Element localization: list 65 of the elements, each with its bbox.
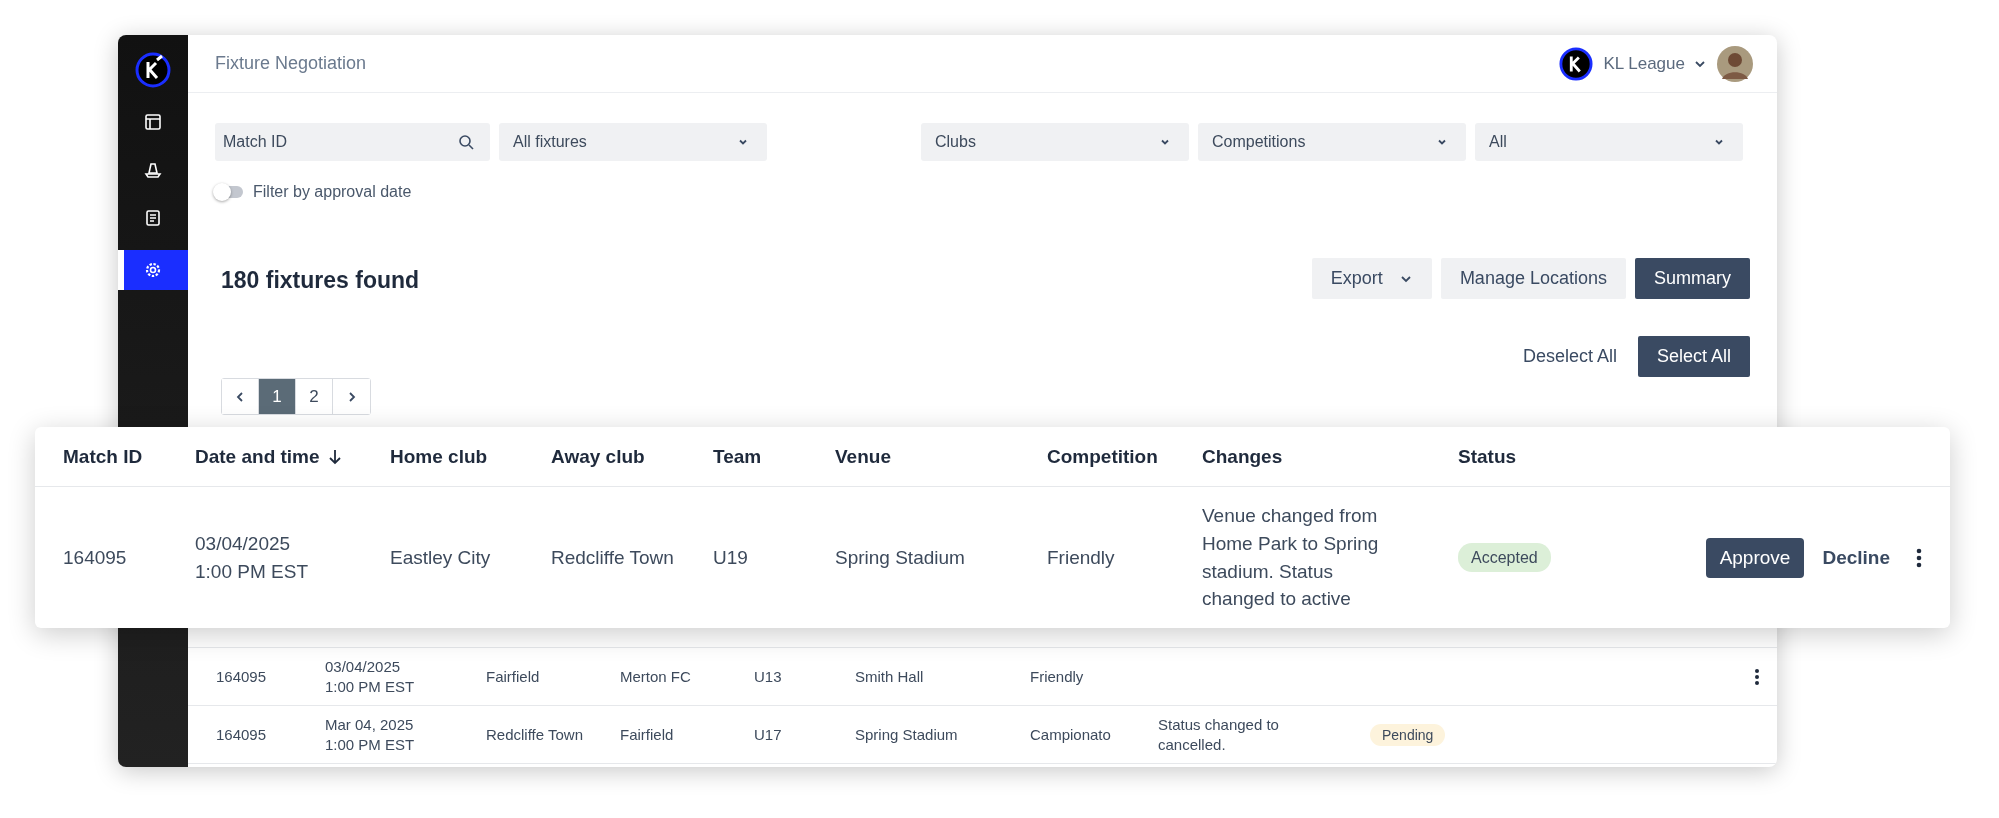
document-icon bbox=[144, 209, 162, 227]
column-header[interactable]: Home club bbox=[390, 445, 551, 468]
organisation-selector[interactable]: KL League bbox=[1603, 53, 1707, 74]
column-header[interactable]: Competition bbox=[1047, 445, 1202, 468]
table-cell-text: U19 bbox=[713, 545, 749, 570]
settings-icon bbox=[144, 261, 162, 279]
results-count: 180 fixtures found bbox=[221, 267, 420, 294]
column-header[interactable]: Date and time bbox=[195, 445, 390, 468]
table-cell-text: Friendly bbox=[1047, 545, 1116, 570]
search-icon bbox=[458, 134, 474, 150]
status-badge: Accepted bbox=[1458, 542, 1551, 573]
table-cell-text: Venue changed from Home Park to Spring stadium. Status changed to active bbox=[1202, 504, 1380, 612]
sidebar-item[interactable] bbox=[118, 250, 188, 290]
table-cell-text: Smith Hall bbox=[855, 668, 925, 685]
table-cell-text: Status changed to cancelled. bbox=[1158, 715, 1280, 754]
table-cell-text: 164095 bbox=[216, 726, 268, 743]
approve-button[interactable]: Approve bbox=[1705, 537, 1805, 578]
more-icon[interactable] bbox=[1754, 667, 1760, 686]
cone-icon bbox=[144, 161, 162, 179]
column-header[interactable]: Team bbox=[713, 445, 835, 468]
export-button[interactable]: Export bbox=[1311, 258, 1432, 299]
filter-dropdown[interactable]: All fixtures bbox=[499, 123, 767, 161]
table-cell-text: Mar 04, 2025 1:00 PM EST bbox=[325, 715, 416, 754]
action-button[interactable]: Manage Locations bbox=[1440, 258, 1626, 299]
table-cell-text: U17 bbox=[754, 726, 783, 743]
toggle-label: Filter by approval date bbox=[253, 183, 412, 201]
page-button[interactable]: 1 bbox=[259, 379, 296, 414]
select-button[interactable]: Select All bbox=[1637, 336, 1750, 377]
action-button[interactable]: Summary bbox=[1635, 258, 1750, 299]
table-cell-text: 03/04/2025 1:00 PM EST bbox=[195, 531, 309, 584]
chevron-right-icon bbox=[346, 390, 357, 403]
column-header[interactable]: Match ID bbox=[63, 445, 195, 468]
deselect-link[interactable]: Deselect All bbox=[1503, 336, 1636, 377]
toggle-switch[interactable] bbox=[215, 186, 243, 198]
table-cell-text: 164095 bbox=[63, 545, 128, 570]
column-header[interactable]: Status bbox=[1458, 445, 1922, 468]
logo-icon bbox=[1559, 46, 1594, 81]
table-cell-text: Friendly bbox=[1030, 668, 1085, 685]
chevron-left-icon bbox=[235, 390, 245, 403]
table-cell-text: Redcliffe Town bbox=[551, 545, 675, 570]
table-cell-text: Fairfield bbox=[486, 668, 541, 685]
column-header[interactable]: Away club bbox=[551, 445, 713, 468]
layout-icon bbox=[144, 113, 162, 131]
table-cell-text: Spring Stadium bbox=[835, 545, 966, 570]
page-title: Fixture Negotiation bbox=[215, 53, 367, 74]
decline-button[interactable]: Decline bbox=[1808, 537, 1904, 578]
table-cell-text: Campionato bbox=[1030, 726, 1112, 743]
avatar-icon[interactable] bbox=[1717, 45, 1753, 82]
search-field[interactable]: Match ID bbox=[215, 123, 490, 161]
logo-icon bbox=[135, 52, 171, 88]
table-cell-text: 164095 bbox=[216, 668, 268, 685]
filter-dropdown[interactable]: All bbox=[1475, 123, 1743, 161]
column-header[interactable]: Venue bbox=[835, 445, 1047, 468]
table-cell-text: U13 bbox=[754, 668, 783, 685]
table-cell-text: Redcliffe Town bbox=[486, 726, 584, 743]
filter-dropdown[interactable]: Competitions bbox=[1198, 123, 1466, 161]
more-icon[interactable] bbox=[1916, 547, 1922, 568]
table-cell-text: 03/04/2025 1:00 PM EST bbox=[325, 657, 416, 696]
table-cell-text: Spring Stadium bbox=[855, 726, 959, 743]
table-cell-text: Fairfield bbox=[620, 726, 675, 743]
column-header[interactable]: Changes bbox=[1202, 445, 1458, 468]
status-badge: Pending bbox=[1370, 723, 1446, 746]
table-cell-text: Merton FC bbox=[620, 668, 692, 685]
filter-dropdown[interactable]: Clubs bbox=[921, 123, 1189, 161]
table-cell-text: Eastley City bbox=[390, 545, 492, 570]
